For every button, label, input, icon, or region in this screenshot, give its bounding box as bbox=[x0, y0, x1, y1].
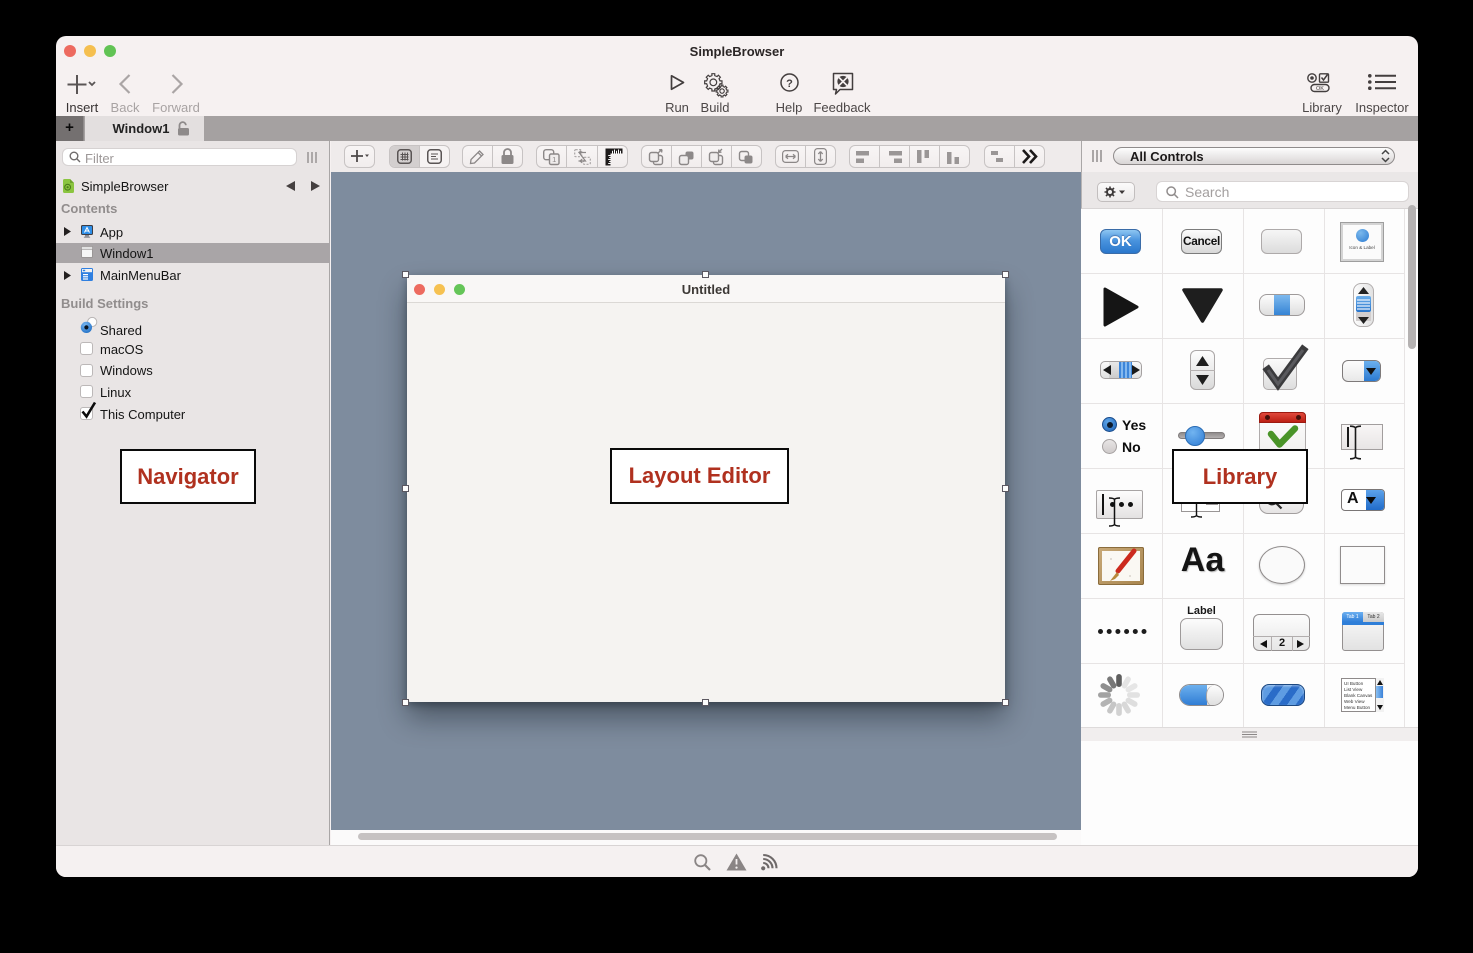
svg-text:OK: OK bbox=[1316, 86, 1324, 92]
svg-text:?: ? bbox=[786, 78, 793, 90]
svg-text:1: 1 bbox=[552, 155, 556, 164]
